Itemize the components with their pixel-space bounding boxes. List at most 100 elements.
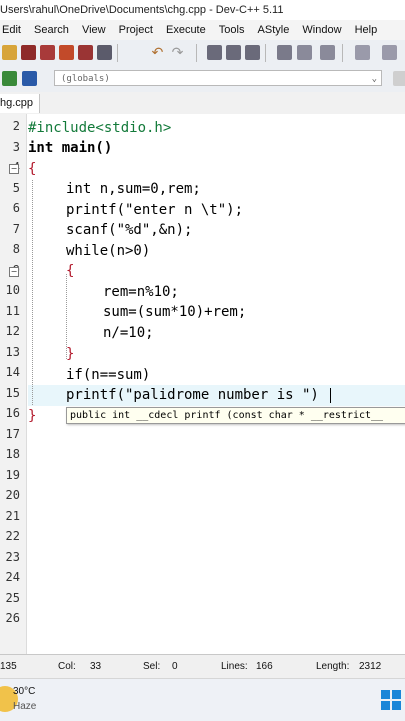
code-line: } — [28, 408, 37, 424]
save-all-icon[interactable] — [40, 45, 55, 60]
status-line: 135 — [0, 661, 17, 672]
replace-icon[interactable] — [226, 45, 241, 60]
function-signature-tooltip: public int __cdecl printf (const char * … — [66, 407, 405, 424]
chevron-down-icon: ⌄ — [371, 74, 377, 84]
close-file-icon[interactable] — [59, 45, 74, 60]
run-icon[interactable] — [297, 45, 312, 60]
main-toolbar: ↶ ↷ — [0, 40, 405, 67]
code-line: int main() — [28, 140, 113, 156]
line-number: 25 — [5, 591, 20, 605]
line-number: 26 — [5, 611, 20, 625]
secondary-toolbar: (globals) ⌄ — [0, 66, 405, 93]
status-length: 2312 — [359, 661, 382, 672]
find-next-icon[interactable] — [245, 45, 260, 60]
line-number: 24 — [5, 570, 20, 584]
toolbar-divider — [117, 44, 118, 62]
toolbar-divider — [265, 44, 266, 62]
close-all-icon[interactable] — [78, 45, 93, 60]
code-line: n/=10; — [103, 325, 154, 341]
code-editor[interactable]: 2 3 4 5 6 7 8 9 10 11 12 13 14 15 16 17 … — [0, 114, 405, 654]
line-number: 12 — [5, 324, 20, 338]
line-number: 23 — [5, 550, 20, 564]
undo-icon[interactable]: ↶ — [150, 45, 165, 60]
line-number: 17 — [5, 427, 20, 441]
print-icon[interactable] — [97, 45, 112, 60]
fold-marker-icon[interactable]: − — [9, 164, 19, 174]
toolbar-divider — [342, 44, 343, 62]
code-line: { — [28, 161, 37, 177]
code-line: printf("palidrome number is ") — [66, 387, 319, 403]
line-number: 7 — [12, 222, 20, 236]
file-tab-strip: hg.cpp — [0, 92, 405, 115]
class-browser-icon[interactable] — [2, 71, 17, 86]
save-icon[interactable] — [21, 45, 36, 60]
line-number: 6 — [12, 201, 20, 215]
line-number: 3 — [12, 140, 20, 154]
compile-icon[interactable] — [277, 45, 292, 60]
line-number: 21 — [5, 509, 20, 523]
menu-execute[interactable]: Execute — [166, 20, 206, 40]
new-file-icon[interactable] — [2, 45, 17, 60]
menu-edit[interactable]: Edit — [2, 20, 21, 40]
status-col: 33 — [90, 661, 102, 672]
status-sel-label: Sel: — [143, 661, 161, 672]
line-number: 22 — [5, 529, 20, 543]
indent-guide — [32, 180, 33, 405]
find-icon[interactable] — [207, 45, 222, 60]
toolbar-divider — [196, 44, 197, 62]
code-line: if(n==sum) — [66, 367, 151, 383]
code-line: rem=n%10; — [103, 284, 179, 300]
line-number: 11 — [5, 304, 20, 318]
line-number: 18 — [5, 447, 20, 461]
status-bar: 135 Col: 33 Sel: 0 Lines: 166 Length: 23… — [0, 654, 405, 679]
scope-selector-value: (globals) — [61, 74, 110, 84]
line-number-gutter: 2 3 4 5 6 7 8 9 10 11 12 13 14 15 16 17 … — [0, 114, 27, 654]
window-title: Users\rahul\OneDrive\Documents\chg.cpp -… — [0, 0, 405, 20]
insert-icon[interactable] — [22, 71, 37, 86]
line-number: 8 — [12, 242, 20, 256]
line-number: 13 — [5, 345, 20, 359]
code-line: { — [66, 263, 75, 279]
compile-run-icon[interactable] — [320, 45, 335, 60]
menu-view[interactable]: View — [82, 20, 106, 40]
tab-chg-cpp[interactable]: hg.cpp — [0, 94, 41, 113]
menu-tools[interactable]: Tools — [219, 20, 245, 40]
code-line: #include<stdio.h> — [28, 120, 172, 136]
scope-selector[interactable]: (globals) ⌄ — [54, 70, 382, 86]
status-sel: 0 — [172, 661, 178, 672]
weather-condition[interactable]: Haze — [13, 701, 36, 712]
redo-icon[interactable]: ↷ — [170, 45, 185, 60]
line-number: 19 — [5, 468, 20, 482]
status-lines: 166 — [256, 661, 273, 672]
menu-bar: Edit Search View Project Execute Tools A… — [0, 20, 405, 40]
line-number: 20 — [5, 488, 20, 502]
code-line: int n,sum=0,rem; — [66, 181, 201, 197]
line-number: 2 — [12, 119, 20, 133]
line-number: 14 — [5, 365, 20, 379]
line-number: 16 — [5, 406, 20, 420]
fold-marker-icon[interactable]: − — [9, 267, 19, 277]
taskbar: 30°C Haze — [0, 678, 405, 721]
code-line: printf("enter n \t"); — [66, 202, 244, 218]
bookmark-icon[interactable] — [393, 71, 405, 86]
status-length-label: Length: — [316, 661, 350, 672]
line-number: 15 — [5, 386, 20, 400]
weather-temperature[interactable]: 30°C — [13, 686, 35, 697]
text-caret — [330, 388, 331, 403]
code-line: scanf("%d",&n); — [66, 222, 193, 238]
debug-icon[interactable] — [355, 45, 370, 60]
line-number: 5 — [12, 181, 20, 195]
code-line: sum=(sum*10)+rem; — [103, 304, 247, 320]
status-lines-label: Lines: — [221, 661, 248, 672]
profile-icon[interactable] — [382, 45, 397, 60]
menu-search[interactable]: Search — [34, 20, 69, 40]
status-col-label: Col: — [58, 661, 76, 672]
menu-astyle[interactable]: AStyle — [258, 20, 290, 40]
code-line: } — [66, 346, 75, 362]
code-line: while(n>0) — [66, 243, 151, 259]
menu-help[interactable]: Help — [355, 20, 378, 40]
line-number: 10 — [5, 283, 20, 297]
menu-project[interactable]: Project — [119, 20, 153, 40]
menu-window[interactable]: Window — [302, 20, 341, 40]
windows-start-icon[interactable] — [381, 690, 401, 710]
